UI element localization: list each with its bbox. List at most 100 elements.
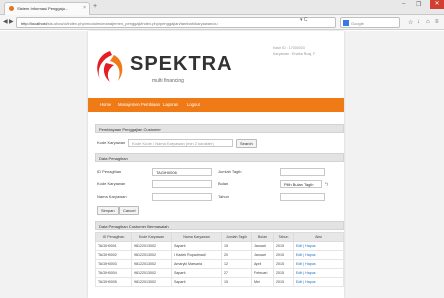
cell-nama: Amaryki Marsaria (171, 259, 222, 269)
cell-jumlah: 15 (221, 241, 252, 251)
cancel-button[interactable]: Cancel (119, 206, 140, 215)
url-path: /sis-shcs/ci/index.php/modules/manajemen… (46, 21, 218, 26)
id-penagihan-field[interactable]: TAGIH0006 (152, 168, 212, 176)
cell-id: TAGIH0004 (95, 268, 132, 278)
edit-hapus-link[interactable]: Edit | Hapus (293, 277, 344, 287)
cell-tahun: 2015 (273, 268, 294, 278)
bulan-label: Bulan (218, 181, 229, 186)
table-row: TAGIH0005 98122013002 Saparti 15 Mei 201… (95, 277, 344, 287)
cell-kode: 98122013002 (131, 268, 172, 278)
cell-tahun: 2015 (273, 241, 294, 251)
cell-bulan: April (251, 259, 274, 269)
bookmark-star-icon[interactable]: ☆ (408, 19, 413, 26)
main-menu: Home Manajemen Pembiaan Laporan Logout (88, 98, 344, 112)
col-bulan: Bulan (251, 232, 274, 242)
table-row: TAGIH0004 98122013002 Saparti 27 Februar… (95, 268, 344, 278)
cell-nama: Saparti (171, 241, 222, 251)
cell-jumlah: 20 (221, 250, 252, 260)
close-tab-icon[interactable]: × (83, 5, 86, 11)
home-icon[interactable]: ⌂ (426, 19, 430, 25)
close-window-icon[interactable]: ✕ (430, 0, 444, 9)
bulan-select[interactable]: Pilih Bulan Tagih (280, 180, 322, 188)
cell-kode: 98122013002 (131, 241, 172, 251)
cell-nama: Saparti (171, 277, 222, 287)
cell-kode: 98122013002 (131, 277, 172, 287)
spektra-logo-icon (97, 51, 123, 82)
edit-hapus-link[interactable]: Edit | Hapus (293, 241, 344, 251)
menu-icon[interactable]: ≡ (435, 19, 439, 25)
google-icon (343, 20, 349, 26)
search-button[interactable]: Search (236, 139, 257, 148)
menu-item-logout[interactable]: Logout (187, 102, 200, 107)
cell-bulan: Januari (251, 241, 274, 251)
cell-nama: Saparti (171, 268, 222, 278)
edit-hapus-link[interactable]: Edit | Hapus (293, 259, 344, 269)
cell-id: TAGIH0003 (95, 259, 132, 269)
brand-name: SPEKTRA (130, 53, 233, 75)
penagihan-table: ID Penagihan Kode Karyawan Nama Karyawan… (95, 232, 344, 287)
forward-icon[interactable]: ▶ (9, 18, 14, 25)
reload-icon[interactable]: ▾ C (300, 17, 308, 23)
kode-karyawan-search-input[interactable]: Kode Kode / Nama Karyawan (min 2 karakte… (128, 139, 233, 147)
cell-bulan: Februari (251, 268, 274, 278)
col-kode-karyawan: Kode Karyawan (131, 232, 172, 242)
back-icon[interactable]: ◀ (3, 18, 8, 25)
edit-hapus-link[interactable]: Edit | Hapus (293, 268, 344, 278)
address-bar[interactable]: http://localhost/sis-shcs/ci/index.php/m… (16, 17, 336, 28)
brand-tagline: multi financing (152, 78, 184, 84)
user-info: Kasir ID : 17000003 Karyawan : Erwika Ru… (273, 45, 315, 57)
jumlah-tagih-field[interactable] (280, 168, 325, 176)
user-name: Karyawan : Erwika Ruaj, F (273, 52, 316, 56)
col-nama-karyawan: Nama Karyawan (171, 232, 222, 242)
cell-jumlah: 15 (221, 277, 252, 287)
url-host: http://localhost (21, 21, 47, 26)
table-row: TAGIH0001 98122013002 Saparti 15 Januari… (95, 241, 344, 251)
favicon-icon (9, 6, 14, 12)
edit-hapus-link[interactable]: Edit | Hapus (293, 250, 344, 260)
cell-kode: 98122013002 (131, 250, 172, 260)
cell-id: TAGIH0001 (95, 241, 132, 251)
table-row: TAGIH0003 98122013002 Amaryki Marsaria 1… (95, 259, 344, 269)
bulan-select-value: Pilih Bulan Tagih (284, 182, 314, 187)
nama-karyawan-label: Nama Karyawan (97, 194, 127, 199)
tab-bar: Sistem Informasi Penggaju... × + – ❐ ✕ (0, 0, 444, 15)
table-row: TAGIH0002 98122013002 I Kadek Rupadmadi … (95, 250, 344, 260)
kode-karyawan-field[interactable] (152, 180, 212, 188)
table-header-row: ID Penagihan Kode Karyawan Nama Karyawan… (95, 232, 344, 242)
download-icon[interactable]: ↓ (417, 19, 420, 25)
cell-bulan: Januari (251, 250, 274, 260)
search-panel-title: Pembiayaan Penggajian Customer (95, 124, 344, 133)
tahun-field[interactable] (280, 193, 325, 201)
cell-tahun: 2015 (273, 250, 294, 260)
menu-item-home[interactable]: Home (100, 102, 111, 107)
maximize-icon[interactable]: ❐ (416, 1, 421, 8)
cell-nama: I Kadek Rupadmadi (171, 250, 222, 260)
browser-search-placeholder: Google (351, 21, 364, 26)
simpan-button[interactable]: Simpan (97, 206, 119, 215)
browser-search-input[interactable]: Google (340, 17, 400, 28)
tahun-label: Tahun (218, 194, 229, 199)
col-id-penagihan: ID Penagihan (95, 232, 132, 242)
col-jumlah-tagih: Jumlah Tagih (221, 232, 252, 242)
cell-jumlah: 27 (221, 268, 252, 278)
kode-karyawan-search-label: Kode Karyawan (97, 140, 126, 145)
cell-kode: 98122013002 (131, 259, 172, 269)
id-penagihan-label: ID Penagihan (97, 169, 122, 174)
cell-id: TAGIH0005 (95, 277, 132, 287)
navigation-bar: ◀ ▶ http://localhost/sis-shcs/ci/index.p… (0, 15, 444, 30)
minimize-icon[interactable]: – (402, 1, 405, 7)
col-tahun: Tahun (273, 232, 294, 242)
browser-tab[interactable]: Sistem Informasi Penggaju... × (4, 2, 90, 15)
cell-bulan: Mei (251, 277, 274, 287)
table-panel-title: Data Penagihan Customer Bermasalah (95, 221, 344, 230)
menu-item-manajemen[interactable]: Manajemen Pembiaan (118, 102, 160, 107)
menu-item-laporan[interactable]: Laporan (163, 102, 178, 107)
nama-karyawan-field[interactable] (152, 193, 212, 201)
tab-title: Sistem Informasi Penggaju... (17, 6, 69, 11)
cell-tahun: 2015 (273, 259, 294, 269)
cell-jumlah: 12 (221, 259, 252, 269)
new-tab-button[interactable]: + (93, 3, 97, 10)
col-aksi: Aksi (293, 232, 344, 242)
bulan-required-mark: *) (325, 181, 328, 186)
cell-id: TAGIH0002 (95, 250, 132, 260)
